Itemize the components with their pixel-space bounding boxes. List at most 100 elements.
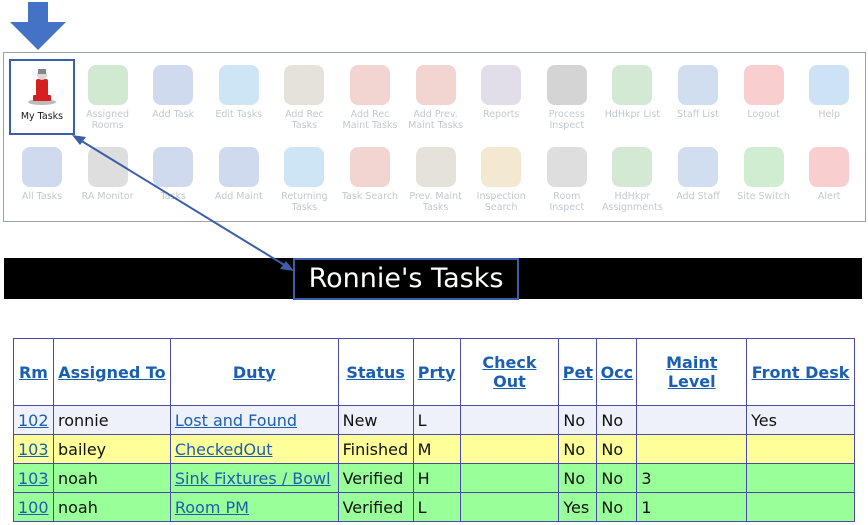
toolbar-button-hdhkpr-assignments[interactable]: HdHkpr Assignments xyxy=(599,141,665,217)
toolbar-button-staff-list[interactable]: Staff List xyxy=(665,59,731,135)
toolbar-button-my-tasks[interactable]: My Tasks xyxy=(9,59,75,135)
toolbar-button-add-task[interactable]: Add Task xyxy=(140,59,206,135)
toolbar-button-ra-monitor[interactable]: RA Monitor xyxy=(75,141,141,217)
staff-list-icon xyxy=(678,65,718,105)
sort-link-status[interactable]: Status xyxy=(346,363,405,382)
room-link[interactable]: 103 xyxy=(18,440,49,459)
assigned-rooms-icon xyxy=(87,65,128,105)
cell-duty[interactable]: Lost and Found xyxy=(169,405,339,435)
edit-tasks-icon xyxy=(218,65,259,105)
cell-maint-level xyxy=(636,405,748,435)
column-header-duty[interactable]: Duty xyxy=(169,338,339,406)
add-prev-maint-tasks-icon xyxy=(415,65,456,105)
column-header-occ[interactable]: Occ xyxy=(596,338,638,406)
cell-front-desk xyxy=(746,463,855,493)
toolbar-button-label: RA Monitor xyxy=(81,191,134,202)
task-search-icon xyxy=(350,147,390,187)
toolbar-button-returning-tasks[interactable]: Returning Tasks xyxy=(271,141,337,217)
duty-link[interactable]: Sink Fixtures / Bowl xyxy=(175,469,331,488)
cell-status: New xyxy=(337,405,414,435)
toolbar-button-edit-tasks[interactable]: Edit Tasks xyxy=(206,59,272,135)
toolbar-button-tasks[interactable]: Tasks xyxy=(140,141,206,217)
cell-assigned-to: noah xyxy=(52,463,171,493)
toolbar-button-logout[interactable]: Logout xyxy=(731,59,797,135)
duty-link[interactable]: Lost and Found xyxy=(175,411,297,430)
toolbar-button-label: HdHkpr Assignments xyxy=(601,191,663,213)
sort-link-assigned-to[interactable]: Assigned To xyxy=(58,363,165,382)
cell-assigned-to: noah xyxy=(52,492,171,522)
toolbar-button-label: Room Inspect xyxy=(549,191,585,213)
cell-rm[interactable]: 103 xyxy=(13,434,54,464)
cell-rm[interactable]: 102 xyxy=(13,405,54,435)
room-link[interactable]: 102 xyxy=(18,411,49,430)
toolbar-button-add-rec-maint-tasks[interactable]: Add Rec Maint Tasks xyxy=(337,59,403,135)
toolbar-button-site-switch[interactable]: Site Switch xyxy=(731,141,797,217)
toolbar-button-label: Tasks xyxy=(160,191,186,202)
ra-monitor-icon xyxy=(87,147,128,187)
duty-link[interactable]: CheckedOut xyxy=(175,440,273,459)
cell-duty[interactable]: Sink Fixtures / Bowl xyxy=(169,463,339,493)
toolbar-button-prev-maint-tasks[interactable]: Prev. Maint Tasks xyxy=(403,141,469,217)
toolbar-button-label: Returning Tasks xyxy=(281,191,328,213)
room-link[interactable]: 103 xyxy=(18,469,49,488)
cell-occ: No xyxy=(596,405,638,435)
room-link[interactable]: 100 xyxy=(18,498,49,517)
toolbar-button-task-search[interactable]: Task Search xyxy=(337,141,403,217)
prev-maint-tasks-icon xyxy=(415,147,456,187)
sort-link-check-out[interactable]: Check Out xyxy=(482,353,536,391)
cell-check-out xyxy=(459,434,560,464)
column-header-assigned-to[interactable]: Assigned To xyxy=(52,338,171,406)
add-rec-maint-tasks-icon xyxy=(350,65,390,105)
cell-prty: L xyxy=(412,492,461,522)
cell-check-out xyxy=(459,405,560,435)
sort-link-maint-level[interactable]: Maint Level xyxy=(666,353,717,391)
duty-link[interactable]: Room PM xyxy=(175,498,249,517)
toolbar-button-label: Site Switch xyxy=(737,191,790,202)
toolbar-button-add-staff[interactable]: Add Staff xyxy=(665,141,731,217)
sort-link-front-desk[interactable]: Front Desk xyxy=(752,363,850,382)
cell-rm[interactable]: 100 xyxy=(13,492,54,522)
column-header-maint-level[interactable]: Maint Level xyxy=(636,338,748,406)
sort-link-pet[interactable]: Pet xyxy=(563,363,593,382)
cell-pet: Yes xyxy=(558,492,598,522)
toolbar-button-alert[interactable]: Alert xyxy=(796,141,862,217)
sort-link-occ[interactable]: Occ xyxy=(601,363,634,382)
toolbar-button-inspection-search[interactable]: Inspection Search xyxy=(468,141,534,217)
cell-maint-level xyxy=(636,434,748,464)
cell-pet: No xyxy=(558,405,598,435)
column-header-prty[interactable]: Prty xyxy=(412,338,461,406)
toolbar-button-room-inspect[interactable]: Room Inspect xyxy=(534,141,600,217)
cell-occ: No xyxy=(596,463,638,493)
table-row: 103 noah Sink Fixtures / Bowl Verified H… xyxy=(13,463,855,493)
toolbar-button-add-prev-maint-tasks[interactable]: Add Prev. Maint Tasks xyxy=(403,59,469,135)
tasks-icon xyxy=(153,147,194,187)
toolbar-button-reports[interactable]: Reports xyxy=(468,59,534,135)
column-header-check-out[interactable]: Check Out xyxy=(459,338,560,406)
sort-link-prty[interactable]: Prty xyxy=(418,363,456,382)
toolbar-button-help[interactable]: Help xyxy=(796,59,862,135)
toolbar-button-process-inspect[interactable]: Process Inspect xyxy=(534,59,600,135)
column-header-rm[interactable]: Rm xyxy=(13,338,54,406)
toolbar-button-add-maint[interactable]: Add Maint xyxy=(206,141,272,217)
cell-status: Verified xyxy=(337,492,414,522)
cell-front-desk: Yes xyxy=(746,405,855,435)
cell-rm[interactable]: 103 xyxy=(13,463,54,493)
sort-link-rm[interactable]: Rm xyxy=(19,363,48,382)
cell-duty[interactable]: CheckedOut xyxy=(169,434,339,464)
toolbar-button-add-rec-tasks[interactable]: Add Rec Tasks xyxy=(271,59,337,135)
column-header-status[interactable]: Status xyxy=(337,338,414,406)
toolbar-button-hdhkpr-list[interactable]: HdHkpr List xyxy=(599,59,665,135)
toolbar-button-assigned-rooms[interactable]: Assigned Rooms xyxy=(75,59,141,135)
page: My Tasks Assigned Rooms Add Task Edit Tasks… xyxy=(0,0,868,525)
sort-link-duty[interactable]: Duty xyxy=(233,363,276,382)
cell-prty: L xyxy=(412,405,461,435)
toolbar-button-all-tasks[interactable]: All Tasks xyxy=(9,141,75,217)
toolbar-button-label: Add Rec Tasks xyxy=(285,109,324,131)
logout-icon xyxy=(743,65,784,105)
column-header-pet[interactable]: Pet xyxy=(558,338,598,406)
cell-duty[interactable]: Room PM xyxy=(169,492,339,522)
table-row: 102 ronnie Lost and Found New L No No Ye… xyxy=(13,405,855,435)
toolbar-button-label: Process Inspect xyxy=(548,109,585,131)
toolbar-button-label: Assigned Rooms xyxy=(86,109,130,131)
column-header-front-desk[interactable]: Front Desk xyxy=(746,338,855,406)
